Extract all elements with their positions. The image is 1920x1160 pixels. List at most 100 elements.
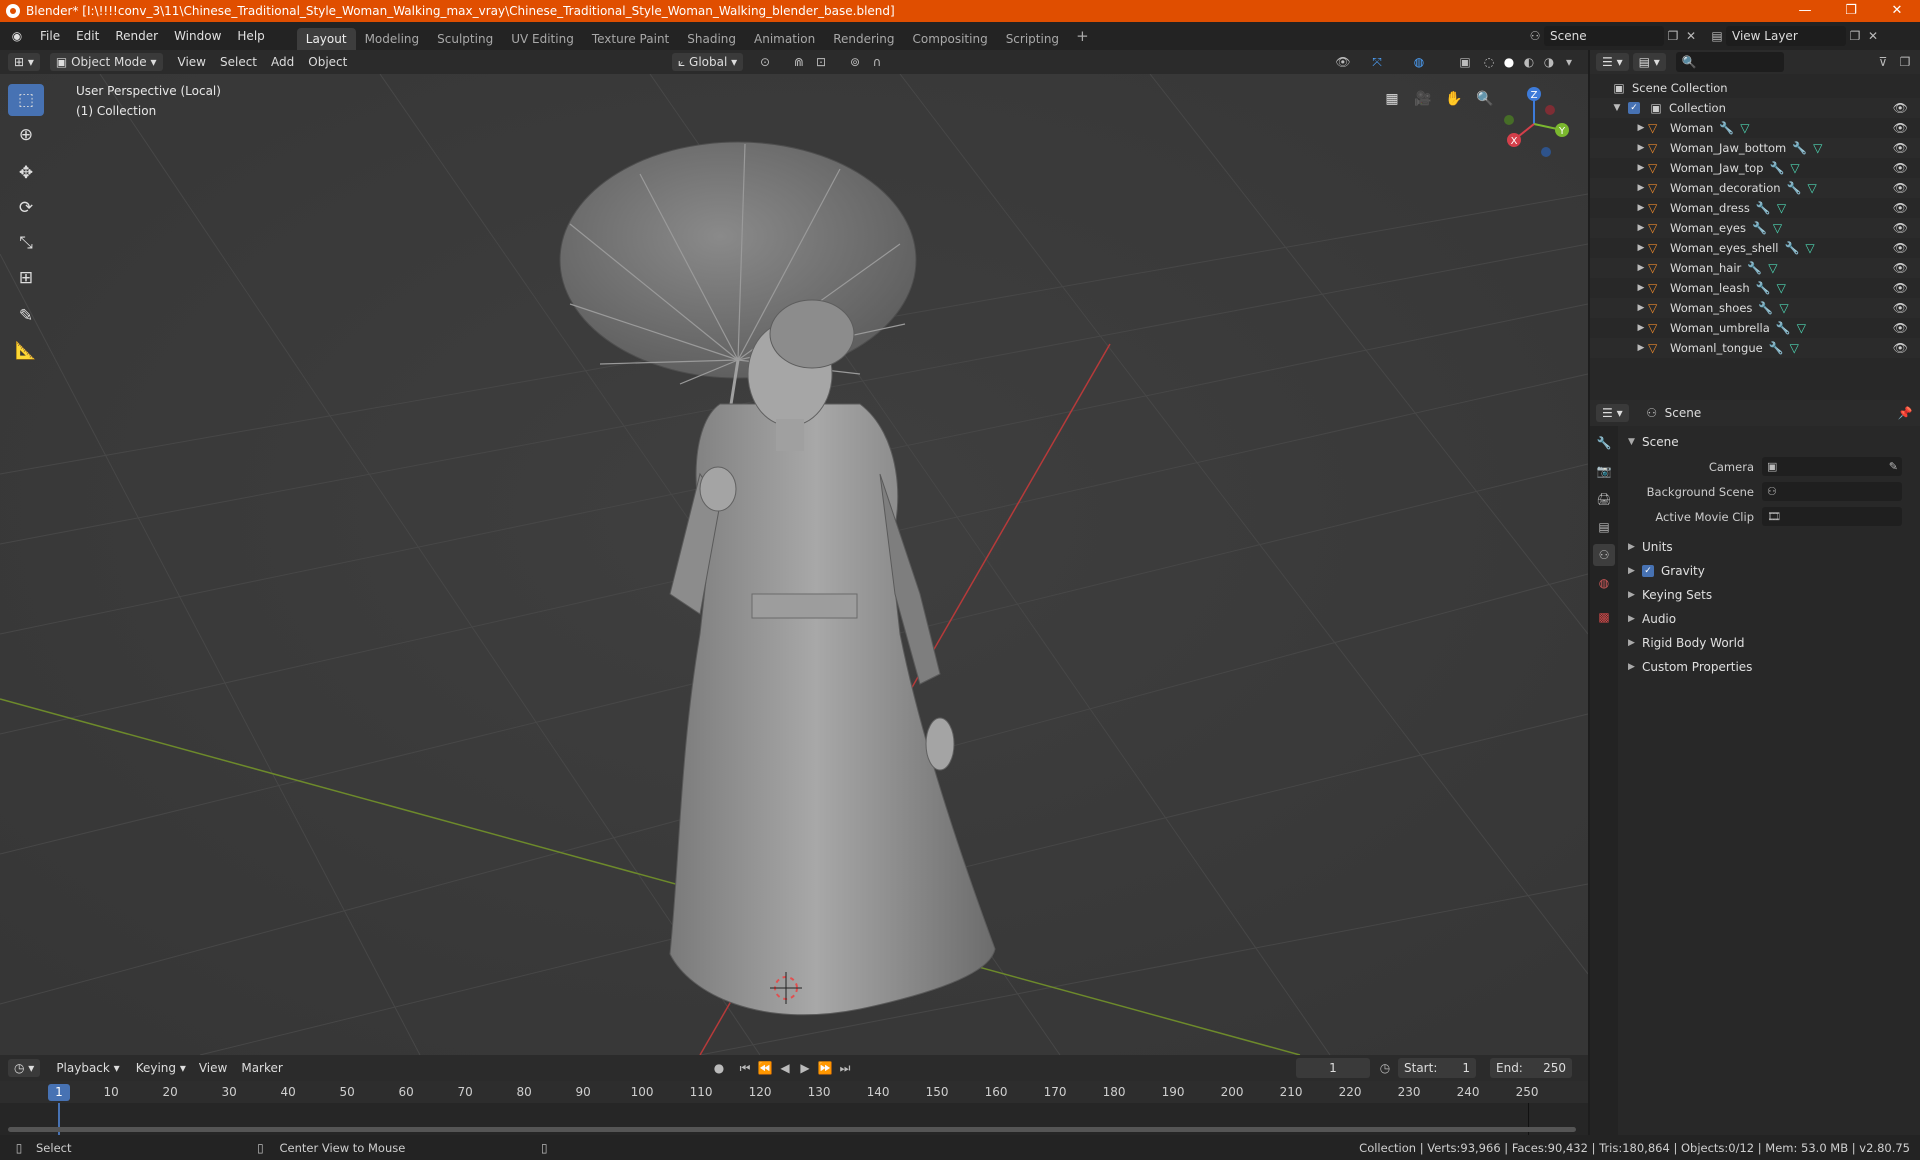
rotate-tool-icon[interactable]: ⟳	[8, 192, 44, 224]
outliner-object-row[interactable]: ▶ ▽ Woman_hair 🔧 ▽ 👁	[1590, 258, 1920, 278]
view-layer-selector[interactable]: View Layer	[1726, 26, 1846, 46]
scale-tool-icon[interactable]: ⤡	[8, 227, 44, 259]
jump-end-icon[interactable]: ⏭	[836, 1059, 854, 1077]
marker-menu[interactable]: Marker	[234, 1056, 289, 1080]
gizmo-toggle-icon[interactable]: ⤧	[1368, 53, 1386, 71]
next-keyframe-icon[interactable]: ⏩	[816, 1059, 834, 1077]
tab-sculpting[interactable]: Sculpting	[428, 28, 502, 50]
viewport-menu-add[interactable]: Add	[264, 50, 301, 74]
outliner-object-row[interactable]: ▶ ▽ Woman_Jaw_bottom 🔧 ▽ 👁	[1590, 138, 1920, 158]
view-layer-icon[interactable]: ▤	[1708, 27, 1726, 45]
eyedropper-icon[interactable]: ✎	[1889, 457, 1902, 476]
measure-tool-icon[interactable]: 📐	[8, 335, 44, 367]
delete-view-layer-icon[interactable]: ✕	[1864, 27, 1882, 45]
start-frame-field[interactable]: Start: 1	[1398, 1058, 1476, 1078]
keying-sets-panel[interactable]: ▶ Keying Sets	[1620, 583, 1920, 607]
object-expand-icon[interactable]: ▶	[1634, 258, 1648, 278]
outliner-collection[interactable]: ▼ ✓ ▣ Collection 👁	[1590, 98, 1920, 118]
maximize-button[interactable]: ❐	[1828, 0, 1874, 22]
viewport-menu-view[interactable]: View	[171, 50, 213, 74]
mesh-data-icon[interactable]: ▽	[1808, 178, 1817, 198]
world-tab-icon[interactable]: ◍	[1593, 572, 1615, 594]
pin-icon[interactable]: 📌	[1896, 404, 1914, 422]
mesh-data-icon[interactable]: ▽	[1779, 298, 1788, 318]
mesh-data-icon[interactable]: ▽	[1813, 138, 1822, 158]
minimize-button[interactable]: —	[1782, 0, 1828, 22]
scene-icon[interactable]: ⚇	[1526, 27, 1544, 45]
audio-panel[interactable]: ▶ Audio	[1620, 607, 1920, 631]
outliner-object-row[interactable]: ▶ ▽ Woman_dress 🔧 ▽ 👁	[1590, 198, 1920, 218]
camera-view-icon[interactable]: 🎥	[1411, 87, 1435, 111]
outliner-object-row[interactable]: ▶ ▽ Woman_umbrella 🔧 ▽ 👁	[1590, 318, 1920, 338]
outliner-object-row[interactable]: ▶ ▽ Woman_shoes 🔧 ▽ 👁	[1590, 298, 1920, 318]
menu-render[interactable]: Render	[107, 22, 166, 50]
frame-ruler[interactable]: 10 20 30 40 50 60 70 80 90 100 110 120 130 140 150 160 1…	[0, 1081, 1588, 1103]
cursor-tool-icon[interactable]: ⊕	[8, 119, 44, 151]
object-visibility-icon[interactable]: 👁	[1893, 118, 1908, 138]
menu-help[interactable]: Help	[229, 22, 272, 50]
camera-field[interactable]: ▣ ✎	[1762, 457, 1902, 476]
tab-animation[interactable]: Animation	[745, 28, 824, 50]
tab-modeling[interactable]: Modeling	[356, 28, 429, 50]
orientation-dropdown[interactable]: ⟀ Global ▾	[672, 53, 744, 71]
collection-checkbox[interactable]: ✓	[1628, 102, 1640, 114]
keying-menu[interactable]: Keying ▾	[130, 1059, 192, 1077]
menu-edit[interactable]: Edit	[68, 22, 107, 50]
collection-expand-icon[interactable]: ▼	[1610, 98, 1624, 118]
solid-shading-icon[interactable]: ●	[1500, 53, 1518, 71]
object-visibility-icon[interactable]: 👁	[1893, 278, 1908, 298]
modifier-icon[interactable]: 🔧	[1769, 338, 1784, 358]
object-visibility-icon[interactable]: 👁	[1893, 218, 1908, 238]
tab-compositing[interactable]: Compositing	[903, 28, 996, 50]
units-panel[interactable]: ▶ Units	[1620, 535, 1920, 559]
add-workspace-icon[interactable]: +	[1068, 27, 1097, 45]
mesh-data-icon[interactable]: ▽	[1768, 258, 1777, 278]
modifier-icon[interactable]: 🔧	[1776, 318, 1791, 338]
outliner-object-row[interactable]: ▶ ▽ Woman_Jaw_top 🔧 ▽ 👁	[1590, 158, 1920, 178]
outliner-editor-type-icon[interactable]: ☰ ▾	[1596, 53, 1629, 71]
navigation-gizmo[interactable]: Z Y X	[1494, 84, 1574, 164]
select-box-tool-icon[interactable]: ⬚	[8, 84, 44, 116]
shading-options-icon[interactable]: ▾	[1560, 53, 1578, 71]
gravity-panel[interactable]: ▶ ✓ Gravity	[1620, 559, 1920, 583]
tool-tab-icon[interactable]: 🔧	[1593, 432, 1615, 454]
timeline[interactable]: 10 20 30 40 50 60 70 80 90 100 110 120 130 140 150 160 1…	[0, 1081, 1588, 1135]
current-frame-indicator[interactable]: 1	[48, 1084, 70, 1101]
object-visibility-icon[interactable]: 👁	[1893, 198, 1908, 218]
mesh-data-icon[interactable]: ▽	[1777, 278, 1786, 298]
outliner-object-row[interactable]: ▶ ▽ Woman_eyes 🔧 ▽ 👁	[1590, 218, 1920, 238]
object-visibility-icon[interactable]: 👁	[1893, 178, 1908, 198]
rendered-shading-icon[interactable]: ◑	[1540, 53, 1558, 71]
new-scene-icon[interactable]: ❐	[1664, 27, 1682, 45]
object-visibility-icon[interactable]: 👁	[1893, 238, 1908, 258]
modifier-icon[interactable]: 🔧	[1769, 158, 1784, 178]
modifier-icon[interactable]: 🔧	[1758, 298, 1773, 318]
close-button[interactable]: ✕	[1874, 0, 1920, 22]
output-tab-icon[interactable]: 🖨	[1593, 488, 1615, 510]
tab-layout[interactable]: Layout	[296, 28, 356, 50]
object-expand-icon[interactable]: ▶	[1634, 178, 1648, 198]
current-frame-field[interactable]: 1	[1296, 1058, 1370, 1078]
snap-target-icon[interactable]: ⊡	[812, 53, 830, 71]
render-tab-icon[interactable]: 📷	[1593, 460, 1615, 482]
play-icon[interactable]: ▶	[796, 1059, 814, 1077]
custom-properties-panel[interactable]: ▶ Custom Properties	[1620, 655, 1920, 679]
3d-viewport[interactable]: User Perspective (Local) (1) Collection …	[0, 74, 1588, 1055]
object-visibility-icon[interactable]: 👁	[1893, 298, 1908, 318]
tab-shading[interactable]: Shading	[678, 28, 745, 50]
visibility-icon[interactable]: 👁	[1334, 53, 1352, 71]
menu-window[interactable]: Window	[166, 22, 229, 50]
object-expand-icon[interactable]: ▶	[1634, 138, 1648, 158]
object-visibility-icon[interactable]: 👁	[1893, 138, 1908, 158]
object-expand-icon[interactable]: ▶	[1634, 218, 1648, 238]
wireframe-shading-icon[interactable]: ◌	[1480, 53, 1498, 71]
object-expand-icon[interactable]: ▶	[1634, 338, 1648, 358]
view-layer-tab-icon[interactable]: ▤	[1593, 516, 1615, 538]
pivot-icon[interactable]: ⊙	[756, 53, 774, 71]
mesh-data-icon[interactable]: ▽	[1790, 338, 1799, 358]
modifier-icon[interactable]: 🔧	[1756, 198, 1771, 218]
jump-start-icon[interactable]: ⏮	[736, 1059, 754, 1077]
pan-view-icon[interactable]: ✋	[1442, 87, 1466, 111]
background-scene-field[interactable]: ⚇	[1762, 482, 1902, 501]
outliner-object-row[interactable]: ▶ ▽ Woman 🔧 ▽ 👁	[1590, 118, 1920, 138]
